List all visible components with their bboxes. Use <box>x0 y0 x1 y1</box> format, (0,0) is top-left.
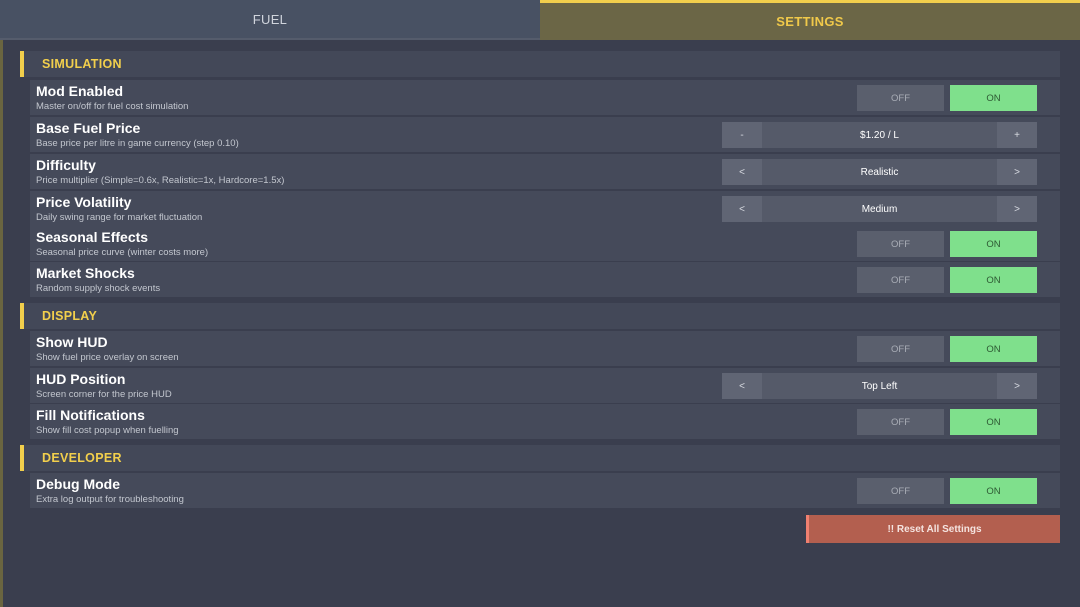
section-title: DEVELOPER <box>42 451 122 465</box>
on-button[interactable]: ON <box>950 267 1037 293</box>
section-header-developer: DEVELOPER <box>20 445 1060 471</box>
section-accent <box>20 303 24 329</box>
setting-description: Daily swing range for market fluctuation <box>36 212 203 223</box>
reset-all-settings-button[interactable]: !! Reset All Settings <box>806 515 1060 543</box>
on-button[interactable]: ON <box>950 336 1037 362</box>
selector-value: Top Left <box>861 380 898 392</box>
section-header-display: DISPLAY <box>20 303 1060 329</box>
price-volatility-selector: < Medium > <box>722 196 1037 222</box>
decrease-button[interactable]: - <box>722 122 762 148</box>
hud-position-selector: < Top Left > <box>722 373 1037 399</box>
section-header-simulation: SIMULATION <box>20 51 1060 77</box>
setting-name: Price Volatility <box>36 194 132 210</box>
setting-description: Extra log output for troubleshooting <box>36 494 184 505</box>
next-button[interactable]: > <box>997 196 1037 222</box>
market-shocks-toggle: OFF ON <box>857 267 1037 293</box>
off-button[interactable]: OFF <box>857 336 944 362</box>
section-title: DISPLAY <box>42 309 98 323</box>
panel-edge <box>0 40 3 607</box>
selector-value: Medium <box>861 203 898 215</box>
setting-description: Show fill cost popup when fuelling <box>36 425 179 436</box>
setting-description: Show fuel price overlay on screen <box>36 352 179 363</box>
on-button[interactable]: ON <box>950 85 1037 111</box>
setting-description: Base price per litre in game currency (s… <box>36 138 239 149</box>
setting-row-price-volatility: Price Volatility Daily swing range for m… <box>30 191 1060 226</box>
setting-row-show-hud: Show HUD Show fuel price overlay on scre… <box>30 331 1060 366</box>
setting-name: Show HUD <box>36 334 108 350</box>
off-button[interactable]: OFF <box>857 85 944 111</box>
next-button[interactable]: > <box>997 159 1037 185</box>
tab-fuel[interactable]: FUEL <box>0 0 540 40</box>
tab-bar: FUEL SETTINGS <box>0 0 1080 40</box>
on-button[interactable]: ON <box>950 231 1037 257</box>
next-button[interactable]: > <box>997 373 1037 399</box>
mod-enabled-toggle: OFF ON <box>857 85 1037 111</box>
setting-name: Debug Mode <box>36 476 120 492</box>
on-button[interactable]: ON <box>950 478 1037 504</box>
setting-description: Seasonal price curve (winter costs more) <box>36 247 209 258</box>
off-button[interactable]: OFF <box>857 231 944 257</box>
setting-row-hud-position: HUD Position Screen corner for the price… <box>30 368 1060 403</box>
setting-name: Difficulty <box>36 157 96 173</box>
setting-description: Master on/off for fuel cost simulation <box>36 101 189 112</box>
setting-description: Random supply shock events <box>36 283 161 294</box>
setting-row-base-fuel-price: Base Fuel Price Base price per litre in … <box>30 117 1060 152</box>
setting-name: Seasonal Effects <box>36 229 149 245</box>
setting-row-fill-notifications: Fill Notifications Show fill cost popup … <box>30 404 1060 439</box>
stepper-value: $1.20 / L <box>860 129 899 141</box>
previous-button[interactable]: < <box>722 196 762 222</box>
setting-name: Market Shocks <box>36 265 135 281</box>
off-button[interactable]: OFF <box>857 267 944 293</box>
setting-row-difficulty: Difficulty Price multiplier (Simple=0.6x… <box>30 154 1060 189</box>
base-fuel-price-stepper: - $1.20 / L + <box>722 122 1037 148</box>
section-accent <box>20 445 24 471</box>
setting-description: Price multiplier (Simple=0.6x, Realistic… <box>36 175 285 186</box>
on-button[interactable]: ON <box>950 409 1037 435</box>
setting-row-debug-mode: Debug Mode Extra log output for troubles… <box>30 473 1060 508</box>
previous-button[interactable]: < <box>722 159 762 185</box>
setting-row-market-shocks: Market Shocks Random supply shock events… <box>30 262 1060 297</box>
off-button[interactable]: OFF <box>857 409 944 435</box>
section-title: SIMULATION <box>42 57 122 71</box>
selector-value: Realistic <box>860 166 899 178</box>
show-hud-toggle: OFF ON <box>857 336 1037 362</box>
fill-notifications-toggle: OFF ON <box>857 409 1037 435</box>
increase-button[interactable]: + <box>997 122 1037 148</box>
setting-name: Base Fuel Price <box>36 120 141 136</box>
setting-row-seasonal-effects: Seasonal Effects Seasonal price curve (w… <box>30 226 1060 261</box>
difficulty-selector: < Realistic > <box>722 159 1037 185</box>
setting-name: Mod Enabled <box>36 83 124 99</box>
setting-row-mod-enabled: Mod Enabled Master on/off for fuel cost … <box>30 80 1060 115</box>
setting-name: Fill Notifications <box>36 407 145 423</box>
setting-description: Screen corner for the price HUD <box>36 389 172 400</box>
debug-mode-toggle: OFF ON <box>857 478 1037 504</box>
tab-settings[interactable]: SETTINGS <box>540 0 1080 40</box>
previous-button[interactable]: < <box>722 373 762 399</box>
section-accent <box>20 51 24 77</box>
off-button[interactable]: OFF <box>857 478 944 504</box>
setting-name: HUD Position <box>36 371 126 387</box>
seasonal-effects-toggle: OFF ON <box>857 231 1037 257</box>
